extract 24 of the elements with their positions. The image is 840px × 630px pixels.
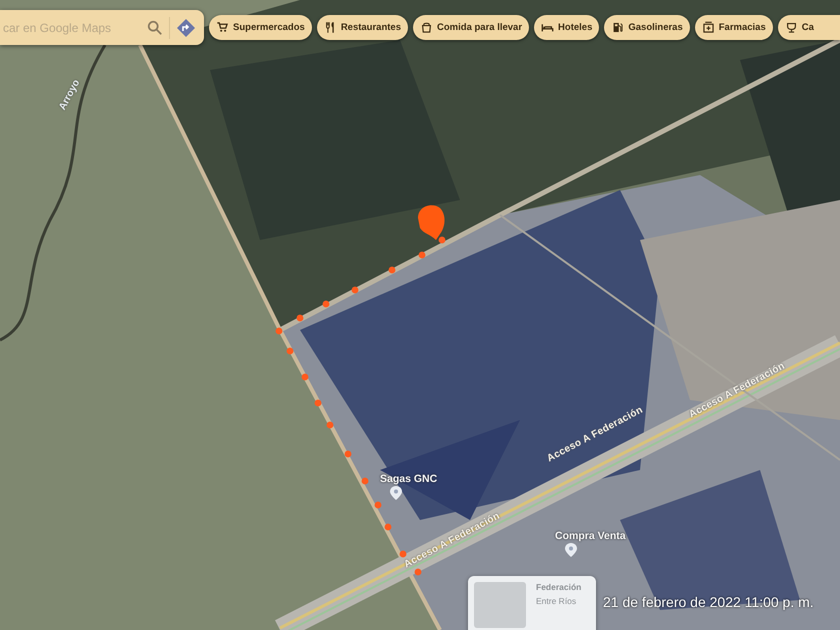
place-label[interactable]: Sagas GNC (380, 473, 438, 485)
fork-knife-icon (324, 21, 337, 34)
location-marker-icon (418, 205, 444, 240)
bag-icon (420, 21, 434, 34)
category-chip[interactable]: Hoteles (534, 15, 600, 40)
fuel-pump-icon (611, 21, 624, 34)
cup-icon (784, 21, 798, 34)
directions-icon[interactable] (176, 18, 196, 38)
category-chip[interactable]: Comida para llevar (413, 15, 530, 40)
category-chip[interactable]: Farmacias (694, 15, 773, 40)
photo-timestamp: 21 de febrero de 2022 11:00 p. m. (603, 594, 814, 610)
place-title: Federación (536, 582, 582, 592)
cart-icon (216, 21, 229, 34)
search-field[interactable]: car en Google Maps (0, 10, 204, 45)
pin-icon[interactable] (390, 486, 402, 500)
photo-placeholder (474, 582, 526, 628)
category-chip[interactable]: Ca (778, 15, 840, 40)
category-chip[interactable]: Restaurantes (316, 15, 408, 40)
pharmacy-icon (702, 21, 715, 34)
search-input[interactable]: car en Google Maps (0, 12, 147, 42)
search-icon[interactable] (147, 20, 163, 36)
category-chip[interactable]: Gasolineras (604, 15, 690, 40)
place-subtitle: Entre Ríos (536, 596, 578, 606)
category-chip[interactable]: Supermercados (209, 15, 312, 40)
